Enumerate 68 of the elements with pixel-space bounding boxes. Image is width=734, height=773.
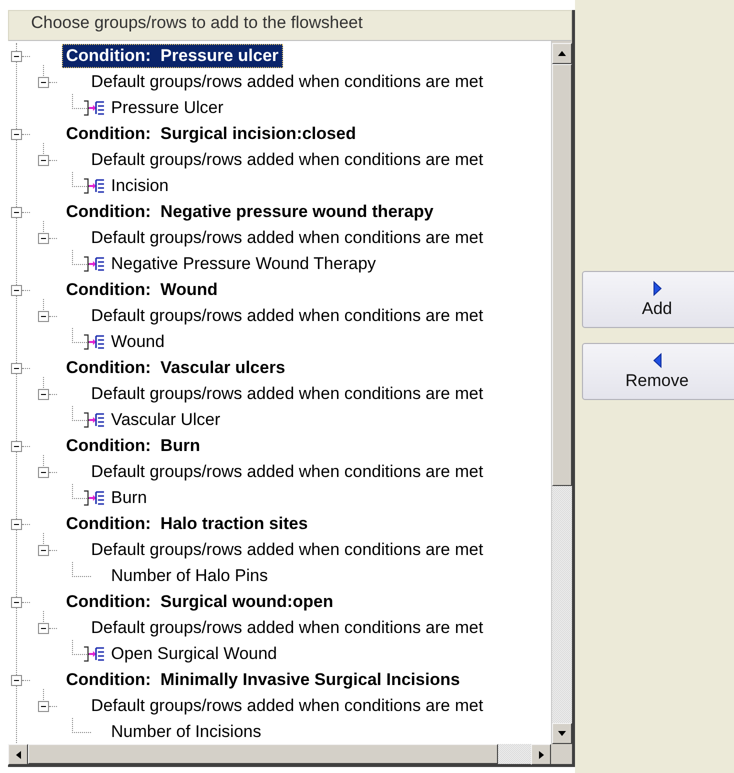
- collapse-icon[interactable]: [11, 440, 22, 452]
- defaults-item[interactable]: Default groups/rows added when conditions are met: [91, 228, 484, 248]
- flowsheet-row-item[interactable]: Negative Pressure Wound Therapy: [111, 254, 376, 274]
- flowsheet-row-item[interactable]: Incision: [111, 176, 169, 196]
- defaults-item[interactable]: Default groups/rows added when conditions are met: [91, 540, 484, 560]
- vertical-scrollbar[interactable]: [551, 41, 572, 744]
- right-triangle-icon: [652, 280, 662, 296]
- flowsheet-row-item[interactable]: Number of Incisions: [111, 722, 262, 742]
- list-arrow-icon: [83, 333, 105, 351]
- list-arrow-icon: [83, 177, 105, 195]
- right-arrow-icon: [538, 750, 544, 758]
- collapse-icon[interactable]: [11, 518, 22, 530]
- collapse-icon[interactable]: [38, 544, 49, 556]
- collapse-icon[interactable]: [11, 362, 22, 374]
- condition-item[interactable]: Condition: Pressure ulcer: [62, 44, 283, 68]
- list-arrow-icon: [83, 645, 105, 663]
- collapse-icon[interactable]: [11, 128, 22, 140]
- defaults-item[interactable]: Default groups/rows added when conditions are met: [91, 150, 484, 170]
- scroll-down-button[interactable]: [552, 723, 572, 744]
- collapse-icon[interactable]: [38, 310, 49, 322]
- collapse-icon[interactable]: [11, 674, 22, 686]
- condition-item[interactable]: Condition: Vascular ulcers: [62, 356, 290, 380]
- scrollbar-corner: [551, 744, 572, 764]
- scroll-thumb[interactable]: [552, 64, 572, 486]
- collapse-icon[interactable]: [38, 154, 49, 166]
- flowsheet-row-item[interactable]: Number of Halo Pins: [111, 566, 268, 586]
- list-arrow-icon: [83, 489, 105, 507]
- scroll-right-button[interactable]: [531, 744, 551, 765]
- flowsheet-row-item[interactable]: Open Surgical Wound: [111, 644, 278, 664]
- condition-item[interactable]: Condition: Wound: [62, 278, 222, 302]
- defaults-item[interactable]: Default groups/rows added when conditions are met: [91, 72, 484, 92]
- flowsheet-row-item[interactable]: Pressure Ulcer: [111, 98, 224, 118]
- condition-item[interactable]: Condition: Halo traction sites: [62, 512, 312, 536]
- collapse-icon[interactable]: [11, 206, 22, 218]
- collapse-icon[interactable]: [38, 232, 49, 244]
- list-arrow-icon: [83, 99, 105, 117]
- defaults-item[interactable]: Default groups/rows added when conditions are met: [91, 618, 484, 638]
- left-triangle-icon: [652, 352, 662, 368]
- list-arrow-icon: [83, 255, 105, 273]
- condition-item[interactable]: Condition: Minimally Invasive Surgical Incisions: [62, 668, 464, 692]
- down-arrow-icon: [558, 731, 566, 736]
- condition-item[interactable]: Condition: Negative pressure wound therapy: [62, 200, 438, 224]
- panel-header: Choose groups/rows to add to the flowsheet: [8, 10, 572, 41]
- flowsheet-row-item[interactable]: Burn: [111, 488, 147, 508]
- up-arrow-icon: [558, 51, 566, 56]
- collapse-icon[interactable]: [11, 284, 22, 296]
- defaults-item[interactable]: Default groups/rows added when conditions are met: [91, 306, 484, 326]
- flowsheet-row-item[interactable]: Vascular Ulcer: [111, 410, 220, 430]
- scroll-up-button[interactable]: [552, 43, 572, 64]
- defaults-item[interactable]: Default groups/rows added when conditions are met: [91, 462, 484, 482]
- left-arrow-icon: [16, 750, 20, 758]
- collapse-icon[interactable]: [38, 388, 49, 400]
- add-button[interactable]: Add: [582, 271, 734, 328]
- list-arrow-icon: [83, 411, 105, 429]
- collapse-icon[interactable]: [11, 50, 22, 62]
- collapse-icon[interactable]: [38, 76, 49, 88]
- defaults-item[interactable]: Default groups/rows added when conditions are met: [91, 696, 484, 716]
- flowsheet-row-item[interactable]: Wound: [111, 332, 165, 352]
- scroll-left-button[interactable]: [8, 744, 28, 765]
- condition-item[interactable]: Condition: Surgical wound:open: [62, 590, 338, 614]
- remove-button[interactable]: Remove: [582, 343, 734, 400]
- condition-item[interactable]: Condition: Burn: [62, 434, 204, 458]
- defaults-item[interactable]: Default groups/rows added when conditions are met: [91, 384, 484, 404]
- collapse-icon[interactable]: [38, 700, 49, 712]
- condition-item[interactable]: Condition: Surgical incision:closed: [62, 122, 360, 146]
- collapse-icon[interactable]: [38, 622, 49, 634]
- collapse-icon[interactable]: [11, 596, 22, 608]
- collapse-icon[interactable]: [38, 466, 49, 478]
